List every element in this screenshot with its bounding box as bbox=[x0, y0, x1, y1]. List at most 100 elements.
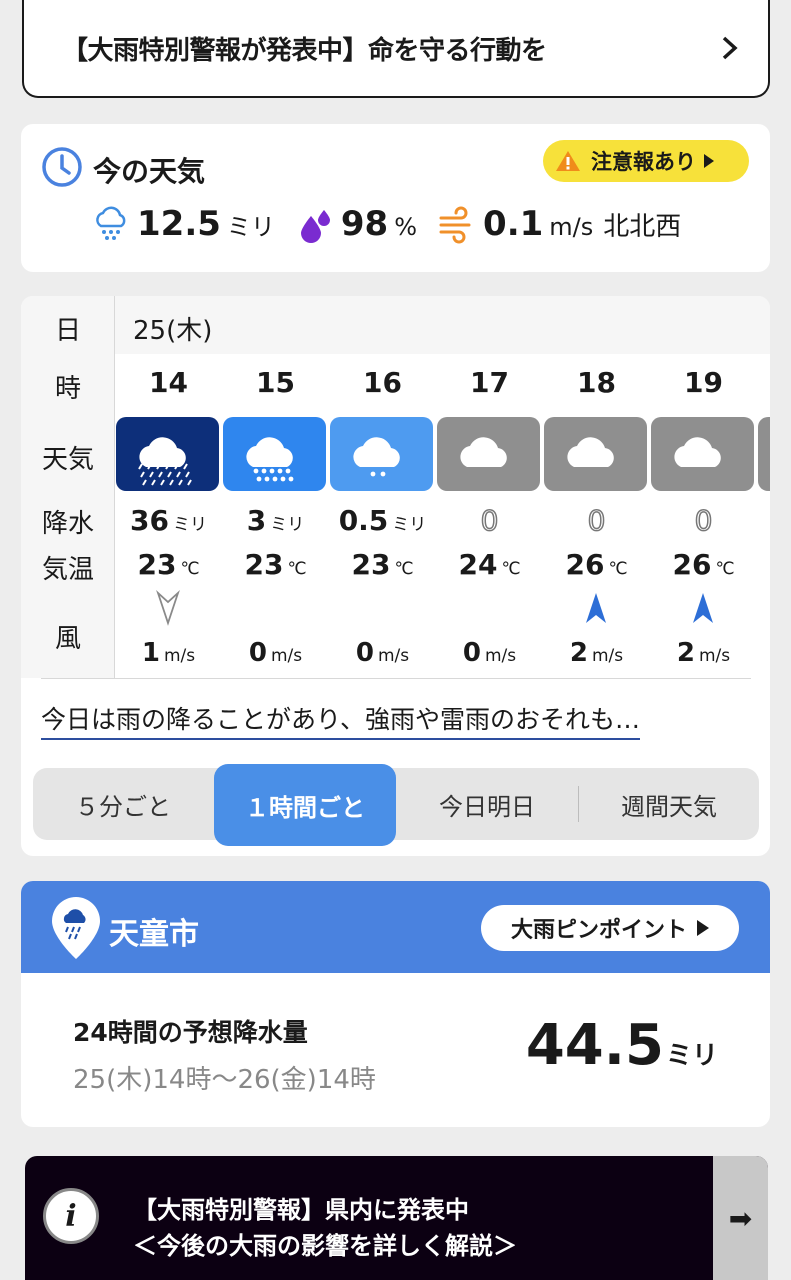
info-icon: i bbox=[43, 1188, 99, 1244]
alert-banner[interactable]: 【大雨特別警報が発表中】命を守る行動を bbox=[22, 0, 770, 98]
rain-total-unit: ミリ bbox=[665, 1041, 718, 1071]
city-header: 天童市 大雨ピンポイント bbox=[21, 881, 770, 973]
forecast-rain-range: 25(木)14時～26(金)14時 bbox=[73, 1065, 376, 1095]
hour-precip-cell: 0 bbox=[650, 503, 757, 538]
hour-temp: 26 bbox=[672, 548, 712, 581]
wind-icon bbox=[439, 206, 471, 244]
light-rain-icon bbox=[330, 417, 433, 491]
heavy-rain-pinpoint-button[interactable]: 大雨ピンポイント bbox=[481, 905, 739, 951]
arrow-right-icon[interactable]: ➡ bbox=[713, 1156, 768, 1280]
precip-stat: 12.5 ミリ bbox=[91, 204, 275, 244]
info-line-2: ＜今後の大雨の影響を詳しく解説＞ bbox=[133, 1232, 517, 1260]
humidity-unit: % bbox=[394, 213, 418, 241]
date-row: 25(木) bbox=[115, 296, 770, 354]
hour-wind-unit: m/s bbox=[484, 646, 517, 666]
cloudy-icon bbox=[758, 417, 770, 491]
forecast-rain-title: 24時間の予想降水量 bbox=[73, 1018, 308, 1047]
hour-temp-unit: ℃ bbox=[180, 559, 200, 579]
hour-temp: 23 bbox=[244, 548, 284, 581]
humidity-drops-icon bbox=[300, 210, 330, 243]
cloudy-icon bbox=[437, 417, 540, 491]
hour-temp-unit: ℃ bbox=[394, 559, 414, 579]
hour-column-partial bbox=[757, 354, 770, 678]
info-line-1: 【大雨特別警報】県内に発表中 bbox=[133, 1196, 469, 1224]
hour-temp-cell: 24 ℃ bbox=[436, 548, 543, 581]
forecast-tabs: ５分ごと １時間ごと 今日明日 週間天気 bbox=[33, 764, 759, 846]
cloudy-icon bbox=[651, 417, 754, 491]
hour-column: 16 0.5 ミリ 23 ℃ 0 m/s bbox=[329, 354, 436, 678]
hour-column: 14 36 ミリ 23 ℃ 1 m/s bbox=[115, 354, 222, 678]
hour-temp-cell: 26 ℃ bbox=[650, 548, 757, 581]
hour-precip: 0 bbox=[694, 503, 713, 538]
hour-column: 18 0 26 ℃ 2 m/s bbox=[543, 354, 650, 678]
hour-precip-unit: ミリ bbox=[392, 515, 427, 535]
chevron-right-icon bbox=[722, 36, 738, 60]
hour-label: 15 bbox=[256, 366, 295, 399]
clock-icon bbox=[42, 147, 82, 187]
row-label-weather: 天気 bbox=[41, 445, 94, 475]
wind-stat: 0.1 m/s 北北西 bbox=[437, 204, 681, 244]
city-name: 天童市 bbox=[109, 917, 199, 952]
tab-weekly[interactable]: 週間天気 bbox=[579, 768, 759, 840]
wind-unit: m/s bbox=[549, 213, 594, 241]
hour-column: 17 0 24 ℃ 0 m/s bbox=[436, 354, 543, 678]
forecast-summary-link[interactable]: 今日は雨の降ることがあり、強雨や雷雨のおそれも… bbox=[41, 700, 641, 740]
hour-precip: 36 bbox=[130, 504, 169, 537]
current-weather-title: 今の天気 bbox=[93, 155, 206, 188]
hour-wind-unit: m/s bbox=[698, 646, 731, 666]
triangle-right-icon bbox=[704, 154, 714, 168]
rain-pin-icon bbox=[52, 897, 100, 959]
hour-wind-cell: 2 m/s bbox=[543, 638, 650, 668]
hour-wind-cell: 0 m/s bbox=[222, 638, 329, 668]
hour-wind: 1 bbox=[141, 638, 160, 668]
hour-precip: 0 bbox=[587, 503, 606, 538]
current-stats: 12.5 ミリ 98 % 0.1 m/s 北北西 bbox=[91, 204, 701, 244]
hour-label: 17 bbox=[470, 366, 509, 399]
wind-arrow-up-icon bbox=[586, 593, 606, 623]
hour-precip-cell: 36 ミリ bbox=[115, 504, 222, 537]
wind-arrow-down-icon bbox=[156, 590, 180, 626]
alert-text: 【大雨特別警報が発表中】命を守る行動を bbox=[62, 35, 547, 66]
row-label-hour: 時 bbox=[54, 374, 81, 404]
hour-temp: 23 bbox=[351, 548, 391, 581]
hour-temp-unit: ℃ bbox=[715, 559, 735, 579]
hour-temp-cell: 23 ℃ bbox=[115, 548, 222, 581]
hour-label: 18 bbox=[577, 366, 616, 399]
hour-wind-cell: 0 m/s bbox=[329, 638, 436, 668]
hour-wind-cell: 2 m/s bbox=[650, 638, 757, 668]
info-banner[interactable]: i 【大雨特別警報】県内に発表中 ＜今後の大雨の影響を詳しく解説＞ ➡ bbox=[25, 1156, 768, 1280]
wind-arrow-up-icon bbox=[693, 593, 713, 623]
hour-temp: 24 bbox=[458, 548, 498, 581]
humidity-stat: 98 % bbox=[295, 204, 417, 244]
hour-label: 19 bbox=[684, 366, 723, 399]
forecast-rain-total: 44.5ミリ bbox=[526, 1013, 718, 1078]
hour-wind-unit: m/s bbox=[163, 646, 196, 666]
hour-column: 19 0 26 ℃ 2 m/s bbox=[650, 354, 757, 678]
precip-unit: ミリ bbox=[226, 213, 275, 241]
heavy-rain-thunder-icon bbox=[116, 417, 219, 491]
row-label-temp: 気温 bbox=[41, 555, 94, 585]
hour-temp-cell: 23 ℃ bbox=[329, 548, 436, 581]
hour-wind-unit: m/s bbox=[591, 646, 624, 666]
tab-today-tomorrow[interactable]: 今日明日 bbox=[397, 768, 577, 840]
triangle-right-icon bbox=[697, 920, 709, 936]
hour-wind: 2 bbox=[569, 638, 588, 668]
cloudy-icon bbox=[544, 417, 647, 491]
row-header-column: 日 時 天気 降水 気温 風 bbox=[21, 296, 115, 678]
hour-label: 16 bbox=[363, 366, 402, 399]
hour-wind: 0 bbox=[462, 638, 481, 668]
hourly-columns[interactable]: 14 36 ミリ 23 ℃ 1 m/s 15 3 ミリ 23 ℃ 0 m/s 16 0.5 ミリ 23 ℃ 0 m/s 1… bbox=[115, 354, 770, 678]
precip-value: 12.5 bbox=[137, 204, 221, 244]
hourly-forecast-card: 日 時 天気 降水 気温 風 25(木) 14 36 ミリ 23 ℃ 1 m/s 15 3 ミリ 2… bbox=[21, 296, 770, 856]
hour-precip-cell: 0 bbox=[543, 503, 650, 538]
divider bbox=[41, 678, 751, 679]
hour-wind: 0 bbox=[248, 638, 267, 668]
advisory-badge[interactable]: 注意報あり bbox=[543, 140, 749, 182]
rain-cloud-icon bbox=[96, 206, 126, 240]
wind-direction: 北北西 bbox=[603, 212, 682, 242]
tab-hourly[interactable]: １時間ごと bbox=[214, 764, 396, 846]
advisory-badge-label: 注意報あり bbox=[591, 150, 696, 174]
tab-5min[interactable]: ５分ごと bbox=[33, 768, 213, 840]
hour-temp: 23 bbox=[137, 548, 177, 581]
hour-temp: 26 bbox=[565, 548, 605, 581]
